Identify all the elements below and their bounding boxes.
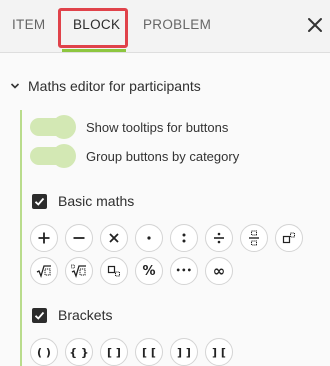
group-label-brackets: Brackets (58, 307, 113, 323)
section-title: Maths editor for participants (28, 78, 201, 94)
checkbox-brackets[interactable] (32, 307, 47, 323)
open-open-brackets-icon[interactable]: [ [ (135, 338, 163, 366)
square-brackets-icon[interactable]: [ ] (100, 338, 128, 366)
braces-icon[interactable]: { } (65, 338, 93, 366)
chevron-down-icon (10, 83, 20, 89)
toggle-row-tooltips[interactable]: Show tooltips for buttons (30, 115, 229, 139)
checkbox-basic-maths[interactable] (32, 193, 47, 209)
fraction-icon[interactable] (240, 224, 268, 252)
active-tab-indicator (62, 49, 126, 52)
colon-icon[interactable] (170, 224, 198, 252)
close-icon[interactable] (305, 15, 325, 35)
toggle-label-group-buttons: Group buttons by category (86, 148, 240, 164)
parentheses-icon[interactable]: ( ) (30, 338, 58, 366)
dot-icon[interactable] (135, 224, 163, 252)
section-header-maths-editor[interactable]: Maths editor for participants (10, 76, 201, 96)
toggle-switch-tooltips[interactable] (30, 115, 76, 139)
times-icon[interactable] (100, 224, 128, 252)
infinity-icon[interactable]: ∞ (205, 257, 233, 285)
minus-icon[interactable] (65, 224, 93, 252)
divide-icon[interactable] (205, 224, 233, 252)
square-root-icon[interactable] (30, 257, 58, 285)
tab-bar: ITEM BLOCK PROBLEM (0, 0, 330, 53)
close-close-brackets-icon[interactable]: ] ] (170, 338, 198, 366)
nth-root-icon[interactable] (65, 257, 93, 285)
checkmark-icon (34, 197, 45, 206)
reversed-brackets-icon[interactable]: ] [ (205, 338, 233, 366)
toggle-row-group-buttons[interactable]: Group buttons by category (30, 144, 240, 168)
tab-item[interactable]: ITEM (12, 17, 45, 32)
section-content-bar (20, 110, 22, 366)
plus-icon[interactable] (30, 224, 58, 252)
percent-icon[interactable]: % (135, 257, 163, 285)
tab-problem[interactable]: PROBLEM (143, 17, 211, 32)
checkmark-icon (34, 311, 45, 320)
superscript-icon[interactable] (275, 224, 303, 252)
checkbox-row-brackets[interactable]: Brackets (32, 307, 112, 323)
toggle-label-tooltips: Show tooltips for buttons (86, 119, 229, 135)
subscript-icon[interactable] (100, 257, 128, 285)
group-label-basic-maths: Basic maths (58, 193, 135, 209)
toggle-switch-group-buttons[interactable] (30, 144, 76, 168)
checkbox-row-basic-maths[interactable]: Basic maths (32, 193, 134, 209)
highlight-annotation (58, 8, 128, 48)
ellipsis-icon[interactable]: ••• (170, 257, 198, 285)
